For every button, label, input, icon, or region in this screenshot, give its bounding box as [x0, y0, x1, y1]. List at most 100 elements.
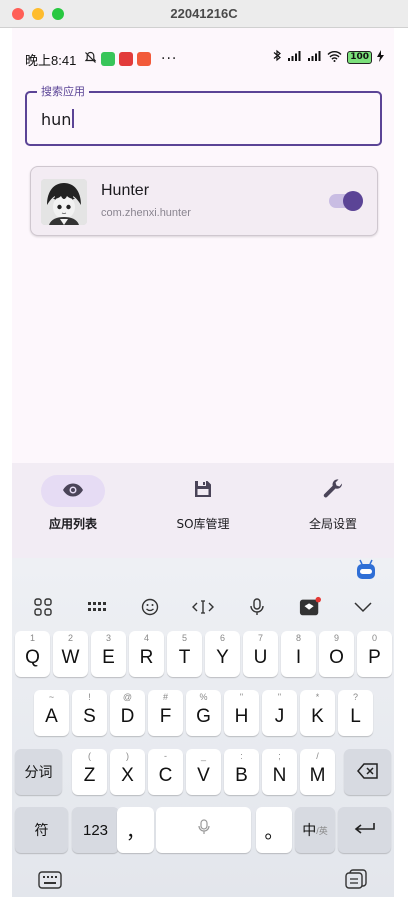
nav-icon-wrapper	[171, 475, 235, 507]
search-app-field[interactable]: 搜索应用 hun	[25, 83, 382, 146]
nav-label-so-library: SO库管理	[176, 517, 230, 531]
key-o[interactable]: 9O	[319, 631, 354, 677]
signal-icon	[287, 50, 302, 65]
key-hint: 7	[257, 633, 263, 643]
key-k[interactable]: * K	[300, 690, 335, 736]
grid-apps-icon[interactable]	[32, 596, 54, 618]
wifi-icon	[327, 50, 342, 65]
app-list-item[interactable]: Hunter com.zhenxi.hunter	[30, 166, 378, 236]
app-package-name: com.zhenxi.hunter	[101, 207, 191, 219]
key-hint: 6	[219, 633, 225, 643]
key-hint: ?	[352, 692, 358, 702]
key-hint: #	[162, 692, 168, 702]
language-main-label: 中	[302, 822, 317, 838]
key-label: B	[235, 765, 248, 786]
key-a[interactable]: ~ A	[34, 690, 69, 736]
key-hint: )	[126, 751, 129, 761]
key-p[interactable]: 0P	[357, 631, 392, 677]
key-r[interactable]: 4R	[129, 631, 164, 677]
background-right-strip	[394, 28, 408, 897]
key-d[interactable]: @ D	[110, 690, 145, 736]
key-x[interactable]: ) X	[110, 749, 145, 795]
key-hint: ;	[278, 751, 281, 761]
key-g[interactable]: % G	[186, 690, 221, 736]
key-label: L	[350, 706, 361, 727]
emoji-icon[interactable]	[139, 596, 161, 618]
chevron-down-icon[interactable]	[352, 596, 374, 618]
eye-icon	[62, 482, 84, 501]
microphone-icon[interactable]	[246, 596, 268, 618]
key-hint: *	[315, 692, 320, 702]
signal-icon	[307, 50, 322, 65]
key-t[interactable]: 5T	[167, 631, 202, 677]
key-label: R	[139, 647, 154, 668]
search-input-text: hun	[41, 110, 72, 129]
keyboard-assistant-icon[interactable]	[354, 558, 378, 582]
key-label: O	[329, 647, 344, 668]
backspace-key[interactable]	[344, 749, 391, 795]
key-u[interactable]: 7U	[243, 631, 278, 677]
key-m[interactable]: / M	[300, 749, 335, 795]
keyboard-toolbar	[12, 590, 394, 622]
language-switch-key[interactable]: 中/英	[295, 807, 335, 853]
key-hint: @	[122, 692, 133, 702]
key-label: E	[102, 647, 115, 668]
key-label: G	[196, 706, 211, 727]
key-hint: 5	[181, 633, 187, 643]
background-left-strip	[0, 28, 12, 897]
charging-icon	[377, 49, 384, 65]
key-hint: 1	[29, 633, 35, 643]
key-v[interactable]: _ V	[186, 749, 221, 795]
nav-item-global-settings[interactable]: 全局设置	[278, 475, 388, 545]
comma-key[interactable]: ，	[117, 807, 154, 853]
symbol-key[interactable]: 符	[15, 807, 68, 853]
number-key[interactable]: 123	[72, 807, 119, 853]
key-b[interactable]: :B	[224, 749, 259, 795]
space-key[interactable]	[156, 807, 251, 853]
save-icon	[194, 480, 212, 502]
search-input[interactable]: hun	[41, 109, 74, 129]
segment-key[interactable]: 分词	[15, 749, 62, 795]
key-hint: _	[200, 751, 206, 761]
status-bar: 晚上8:41 ··· 100	[12, 28, 394, 88]
key-label: N	[272, 765, 287, 786]
key-label: M	[309, 765, 326, 786]
key-label: K	[311, 706, 324, 727]
cursor-move-icon[interactable]	[192, 596, 214, 618]
clipboard-icon[interactable]	[345, 869, 367, 893]
key-c[interactable]: -C	[148, 749, 183, 795]
key-w[interactable]: 2W	[53, 631, 88, 677]
key-label: U	[253, 647, 268, 668]
key-l[interactable]: ? L	[338, 690, 373, 736]
key-n[interactable]: ; N	[262, 749, 297, 795]
app-notification-icon	[101, 51, 115, 66]
key-z[interactable]: (Z	[72, 749, 107, 795]
key-i[interactable]: 8I	[281, 631, 316, 677]
key-y[interactable]: 6Y	[205, 631, 240, 677]
key-h[interactable]: " H	[224, 690, 259, 736]
backspace-icon	[356, 762, 379, 782]
period-key[interactable]: 。	[256, 807, 292, 853]
window-title: 22041216C	[170, 6, 238, 21]
nav-item-app-list[interactable]: 应用列表	[18, 475, 128, 545]
key-j[interactable]: " J	[262, 690, 297, 736]
key-label: C	[158, 765, 173, 786]
key-label: Z	[83, 765, 96, 786]
app-enable-toggle[interactable]	[329, 191, 363, 211]
key-s[interactable]: ! S	[72, 690, 107, 736]
key-f[interactable]: # F	[148, 690, 183, 736]
keyboard-bottom-bar	[12, 861, 394, 897]
key-q[interactable]: 1Q	[15, 631, 50, 677]
clipboard-app-icon[interactable]	[299, 596, 321, 618]
key-label: W	[61, 647, 80, 668]
keyboard-layout-icon[interactable]	[86, 596, 108, 618]
key-label: H	[234, 706, 249, 727]
key-label: Q	[25, 647, 40, 668]
key-label: P	[368, 647, 381, 668]
key-hint: !	[88, 692, 91, 702]
app-icon	[41, 179, 87, 225]
key-e[interactable]: 3E	[91, 631, 126, 677]
keyboard-switch-icon[interactable]	[38, 871, 62, 893]
nav-item-so-library[interactable]: SO库管理	[148, 475, 258, 545]
enter-key[interactable]	[338, 807, 391, 853]
